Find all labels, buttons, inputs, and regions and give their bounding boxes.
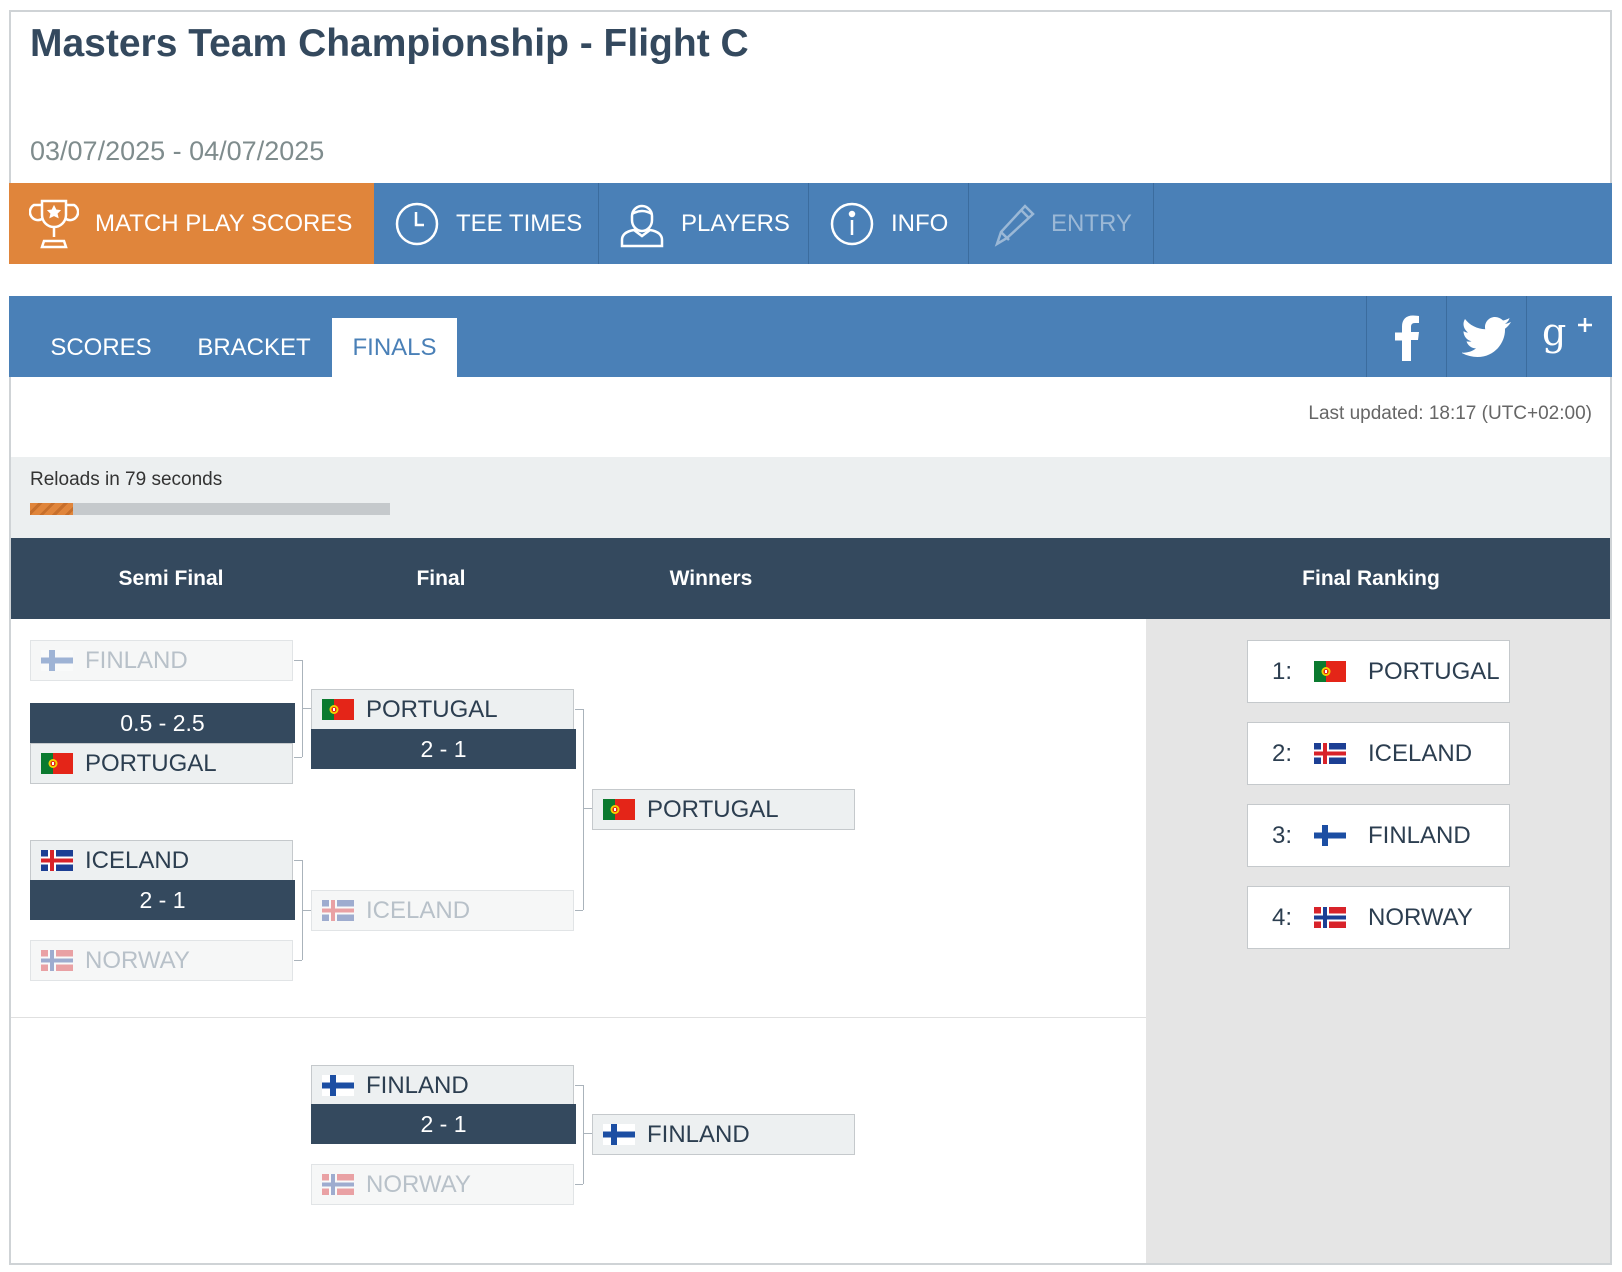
final-team-b: ICELAND xyxy=(311,890,574,931)
last-updated: Last updated: 18:17 (UTC+02:00) xyxy=(1308,403,1592,424)
nav-label: MATCH PLAY SCORES xyxy=(95,209,353,237)
portugal-flag-icon xyxy=(603,799,635,820)
finland-flag-icon xyxy=(41,650,73,671)
reload-panel xyxy=(11,457,1610,538)
ranking-row: 3: FINLAND xyxy=(1247,804,1510,867)
col-final: Final xyxy=(416,567,466,590)
col-final-ranking: Final Ranking xyxy=(1302,567,1440,590)
twitter-icon xyxy=(1462,316,1511,357)
final-score: 2 - 1 xyxy=(311,729,576,769)
reload-progress-bar xyxy=(30,503,390,515)
section-divider xyxy=(11,1017,1146,1018)
norway-flag-icon xyxy=(41,950,73,971)
iceland-flag-icon xyxy=(41,850,73,871)
facebook-share-button[interactable] xyxy=(1366,296,1447,377)
tab-finals[interactable]: FINALS xyxy=(332,318,457,377)
finland-flag-icon xyxy=(603,1124,635,1145)
norway-flag-icon xyxy=(1314,907,1346,928)
reload-progress-fill xyxy=(30,503,74,515)
col-winners: Winners xyxy=(669,567,753,590)
portugal-flag-icon xyxy=(322,699,354,720)
ranking-row: 2: ICELAND xyxy=(1247,722,1510,785)
winner-team: PORTUGAL xyxy=(592,789,855,830)
nav-players[interactable]: PLAYERS xyxy=(599,183,809,264)
nav-label: INFO xyxy=(891,209,949,237)
svg-text:g: g xyxy=(1542,313,1566,354)
semi1-team-a: FINLAND xyxy=(30,640,293,681)
norway-flag-icon xyxy=(322,1174,354,1195)
person-icon xyxy=(619,200,665,248)
pencil-icon xyxy=(989,200,1035,248)
facebook-icon xyxy=(1395,315,1419,361)
google-plus-share-button[interactable]: g xyxy=(1526,296,1607,377)
event-dates: 03/07/2025 - 04/07/2025 xyxy=(30,136,325,166)
twitter-share-button[interactable] xyxy=(1446,296,1527,377)
semi2-team-b: NORWAY xyxy=(30,940,293,981)
tab-bar: SCORES BRACKET FINALS g xyxy=(9,296,1612,377)
semi1-team-b: PORTUGAL xyxy=(30,743,293,784)
nav-label: TEE TIMES xyxy=(456,209,583,237)
tab-scores[interactable]: SCORES xyxy=(31,318,171,377)
page-title: Masters Team Championship - Flight C xyxy=(30,22,749,65)
info-icon xyxy=(829,201,875,247)
ranking-row: 1: PORTUGAL xyxy=(1247,640,1510,703)
nav-match-play-scores[interactable]: MATCH PLAY SCORES xyxy=(9,183,374,264)
third-place-winner: FINLAND xyxy=(592,1114,855,1155)
nav-label: ENTRY xyxy=(1051,209,1132,237)
col-semi-final: Semi Final xyxy=(118,567,224,590)
portugal-flag-icon xyxy=(1314,661,1346,682)
ranking-row: 4: NORWAY xyxy=(1247,886,1510,949)
finland-flag-icon xyxy=(1314,825,1346,846)
iceland-flag-icon xyxy=(1314,743,1346,764)
iceland-flag-icon xyxy=(322,900,354,921)
column-header: Semi Final Final Winners Final Ranking xyxy=(11,538,1610,619)
third-place-score: 2 - 1 xyxy=(311,1104,576,1144)
trophy-icon xyxy=(29,197,79,251)
reload-countdown: Reloads in 79 seconds xyxy=(30,469,223,490)
portugal-flag-icon xyxy=(41,753,73,774)
nav-info[interactable]: INFO xyxy=(809,183,969,264)
nav-tee-times[interactable]: TEE TIMES xyxy=(374,183,599,264)
semi2-score: 2 - 1 xyxy=(30,880,295,920)
finland-flag-icon xyxy=(322,1075,354,1096)
tab-bracket[interactable]: BRACKET xyxy=(179,318,329,377)
nav-label: PLAYERS xyxy=(681,209,790,237)
nav-entry: ENTRY xyxy=(969,183,1154,264)
third-place-team-a: FINLAND xyxy=(311,1065,574,1106)
semi2-team-a: ICELAND xyxy=(30,840,293,881)
main-nav: MATCH PLAY SCORES TEE TIMES PLAYERS INFO… xyxy=(9,183,1612,264)
semi1-score: 0.5 - 2.5 xyxy=(30,703,295,743)
clock-icon xyxy=(394,201,440,247)
final-team-a: PORTUGAL xyxy=(311,689,574,730)
third-place-team-b: NORWAY xyxy=(311,1164,574,1205)
google-plus-icon: g xyxy=(1542,313,1592,354)
